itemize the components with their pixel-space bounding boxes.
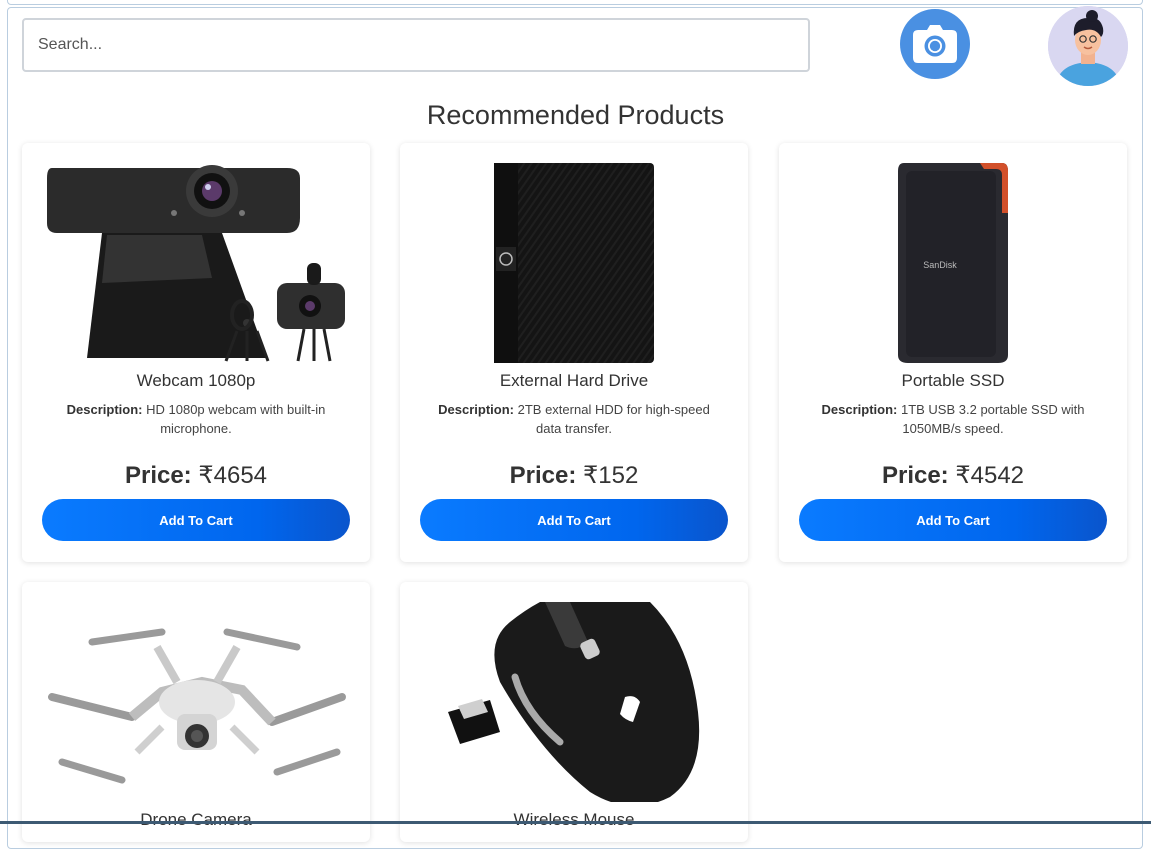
product-price: Price: ₹4654 <box>124 462 268 489</box>
svg-text:SanDisk: SanDisk <box>923 260 957 270</box>
webcam-image <box>42 163 350 363</box>
product-image <box>420 602 728 802</box>
product-card: Webcam 1080p Description: HD 1080p webca… <box>22 143 370 562</box>
product-price: Price: ₹152 <box>509 462 639 489</box>
product-image <box>420 163 728 363</box>
mouse-image <box>420 602 728 802</box>
section-title: Recommended Products <box>426 100 725 130</box>
ssd-image: SanDisk <box>898 163 1008 363</box>
add-to-cart-button[interactable]: Add To Cart <box>420 499 728 541</box>
product-card: SanDisk Portable SSD Description: 1TB US… <box>779 143 1127 562</box>
drone-image <box>42 602 350 802</box>
add-to-cart-button[interactable]: Add To Cart <box>799 499 1107 541</box>
product-description: Description: HD 1080p webcam with built-… <box>66 402 326 436</box>
product-card: Drone Camera <box>22 582 370 842</box>
product-name: Drone Camera <box>140 810 252 829</box>
product-image: SanDisk <box>799 163 1107 363</box>
product-card: Wireless Mouse <box>400 582 748 842</box>
add-to-cart-button[interactable]: Add To Cart <box>42 499 350 541</box>
product-price: Price: ₹4542 <box>881 462 1025 489</box>
camera-icon <box>913 25 957 63</box>
hard-drive-image <box>494 163 654 363</box>
avatar[interactable] <box>1048 6 1128 86</box>
product-image <box>42 602 350 802</box>
product-description: Description: 1TB USB 3.2 portable SSD wi… <box>821 402 1085 436</box>
search-input[interactable] <box>22 18 810 72</box>
product-image <box>42 163 350 363</box>
product-card: External Hard Drive Description: 2TB ext… <box>400 143 748 562</box>
product-name: Webcam 1080p <box>136 371 256 390</box>
top-strip <box>7 0 1143 5</box>
product-description: Description: 2TB external HDD for high-s… <box>438 402 710 436</box>
user-avatar-icon <box>1048 6 1128 86</box>
camera-search-button[interactable] <box>900 9 970 79</box>
product-name: Portable SSD <box>901 371 1005 390</box>
product-name: External Hard Drive <box>499 371 649 390</box>
product-name: Wireless Mouse <box>513 810 635 829</box>
